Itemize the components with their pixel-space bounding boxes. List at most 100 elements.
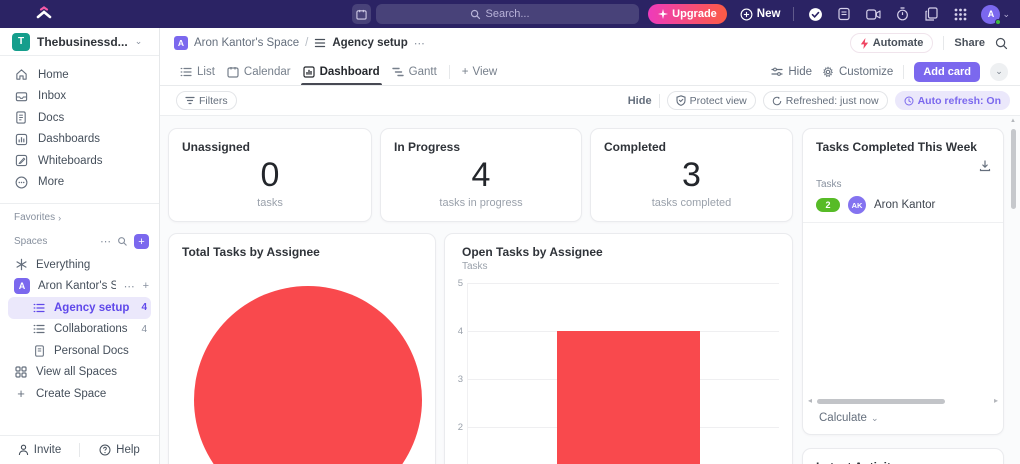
protect-view-button[interactable]: Protect view — [666, 91, 756, 110]
sidebar-item-everything[interactable]: Everything — [0, 254, 159, 276]
column-header: Tasks — [816, 179, 842, 190]
spaces-more-icon[interactable]: ⋯ — [100, 235, 111, 248]
invite-button[interactable]: Invite — [0, 436, 79, 464]
customize-label: Customize — [838, 65, 894, 78]
sidebar-item-aron-kantors-space[interactable]: A Aron Kantor's Space ⋯ + — [0, 276, 159, 298]
search-bar[interactable] — [376, 4, 639, 24]
tasks-check-icon[interactable] — [807, 6, 823, 22]
plus-circle-icon — [740, 8, 753, 21]
main-area: A Aron Kantor's Space / Agency setup ⋯ A… — [160, 28, 1020, 464]
tab-dashboard[interactable]: Dashboard — [297, 58, 386, 85]
sidebar-item-personal-docs[interactable]: Personal Docs — [8, 340, 151, 362]
apps-grid-icon[interactable] — [952, 6, 968, 22]
dashboard-toolbar: Filters Hide Protect view Refreshed: jus… — [160, 86, 1020, 116]
tab-calendar[interactable]: Calendar — [221, 58, 297, 85]
calendar-topbar-button[interactable] — [352, 4, 371, 24]
search-input[interactable] — [485, 8, 546, 20]
scrollbar-thumb[interactable] — [1010, 129, 1016, 209]
tab-label: Calendar — [243, 65, 291, 78]
task-count-badge: 4 — [141, 302, 147, 314]
breadcrumb-separator: / — [305, 37, 309, 49]
spaces-search-icon[interactable] — [117, 236, 128, 247]
breadcrumb-page[interactable]: Agency setup — [332, 37, 407, 49]
sparkle-icon — [658, 9, 669, 19]
sidebar-item-whiteboards[interactable]: Whiteboards — [0, 150, 159, 172]
in-progress-card[interactable]: In Progress 4 tasks in progress — [380, 128, 582, 222]
tab-label: Gantt — [408, 65, 437, 78]
sidebar-item-create-space[interactable]: + Create Space — [0, 383, 159, 405]
add-card-button[interactable]: Add card — [914, 61, 980, 82]
bar-aron-kantor[interactable] — [556, 331, 700, 464]
tab-list[interactable]: List — [174, 58, 221, 85]
add-view-button[interactable]: + View — [456, 66, 503, 78]
card-title: Unassigned — [182, 140, 251, 154]
tab-gantt[interactable]: Gantt — [386, 58, 443, 85]
user-avatar-menu[interactable]: A ⌄ — [981, 4, 1010, 25]
add-space-button[interactable]: + — [134, 234, 149, 249]
breadcrumb-space[interactable]: Aron Kantor's Space — [194, 37, 299, 49]
y-axis-label: Tasks — [462, 261, 488, 272]
hide-button[interactable]: Hide — [628, 95, 652, 107]
refresh-button[interactable]: Refreshed: just now — [762, 91, 888, 110]
hide-fields-button[interactable]: Hide — [771, 66, 812, 78]
breadcrumb-more-icon[interactable]: ⋯ — [414, 37, 425, 50]
docs-icon — [14, 111, 28, 125]
upgrade-button[interactable]: Upgrade — [648, 4, 727, 24]
pie-chart[interactable] — [194, 286, 422, 464]
chevron-down-icon: ⌄ — [870, 412, 879, 423]
spaces-section-header: Spaces ⋯ + — [0, 227, 159, 254]
help-button[interactable]: Help — [80, 436, 159, 464]
sidebar-item-view-all-spaces[interactable]: View all Spaces — [0, 362, 159, 384]
sidebar-item-collaborations[interactable]: Collaborations 4 — [8, 319, 151, 341]
space-add-icon[interactable]: + — [143, 280, 149, 292]
scroll-right-icon[interactable]: ▸ — [994, 397, 998, 405]
sidebar-item-dashboards[interactable]: Dashboards — [0, 129, 159, 151]
view-tabs: List Calendar Dashboard Gantt + View Hid… — [160, 58, 1020, 86]
help-label: Help — [116, 444, 140, 456]
tab-label: List — [197, 65, 215, 78]
sidebar-item-agency-setup[interactable]: Agency setup 4 — [8, 297, 151, 319]
calculate-label: Calculate — [819, 412, 867, 424]
automate-button[interactable]: Automate — [849, 33, 934, 53]
new-button[interactable]: New — [740, 8, 780, 21]
sliders-icon — [771, 67, 783, 77]
unassigned-card[interactable]: Unassigned 0 tasks — [168, 128, 372, 222]
online-status-dot — [995, 18, 1002, 25]
calculate-dropdown[interactable]: Calculate ⌄ — [803, 407, 1003, 434]
view-search-icon[interactable] — [995, 37, 1008, 50]
space-avatar[interactable]: A — [174, 36, 188, 50]
scroll-left-icon[interactable]: ◂ — [808, 397, 812, 405]
notepad-icon[interactable] — [836, 6, 852, 22]
clickup-logo[interactable] — [34, 4, 54, 24]
sidebar-item-docs[interactable]: Docs — [0, 107, 159, 129]
topbar-center — [352, 4, 639, 24]
collapse-header-button[interactable]: ⌄ — [990, 62, 1008, 81]
sidebar-item-more[interactable]: More — [0, 172, 159, 194]
timer-icon[interactable] — [894, 6, 910, 22]
app-shell: T Thebusinessd... ⌄ Home Inbox Docs Dash… — [0, 28, 1020, 464]
sidebar-item-inbox[interactable]: Inbox — [0, 86, 159, 108]
sidebar-item-home[interactable]: Home — [0, 64, 159, 86]
task-count-badge: 4 — [141, 323, 147, 335]
workspace-switcher[interactable]: T Thebusinessd... ⌄ — [0, 28, 159, 56]
hide-label: Hide — [788, 65, 812, 78]
completed-card[interactable]: Completed 3 tasks completed — [590, 128, 793, 222]
space-more-icon[interactable]: ⋯ — [124, 280, 135, 293]
assignee-row[interactable]: 2 AK Aron Kantor — [803, 190, 1003, 223]
customize-button[interactable]: Customize — [822, 66, 893, 78]
breadcrumb: A Aron Kantor's Space / Agency setup ⋯ — [174, 36, 425, 50]
workspace-avatar: T — [12, 32, 30, 51]
filters-button[interactable]: Filters — [176, 91, 237, 110]
video-camera-icon[interactable] — [865, 6, 881, 22]
filter-icon — [185, 96, 195, 105]
auto-refresh-toggle[interactable]: Auto refresh: On — [894, 91, 1010, 110]
download-icon[interactable] — [979, 160, 991, 172]
clips-icon[interactable] — [923, 6, 939, 22]
bar-chart-plot[interactable]: 543210 — [458, 278, 779, 464]
scroll-up-icon[interactable]: ▲ — [1010, 118, 1016, 124]
stat-subtitle: tasks completed — [651, 197, 732, 209]
favorites-section-header[interactable]: Favorites › — [0, 203, 159, 227]
share-button[interactable]: Share — [954, 37, 985, 49]
scrollbar-thumb[interactable] — [817, 398, 946, 404]
nav-label: Dashboards — [38, 133, 101, 146]
